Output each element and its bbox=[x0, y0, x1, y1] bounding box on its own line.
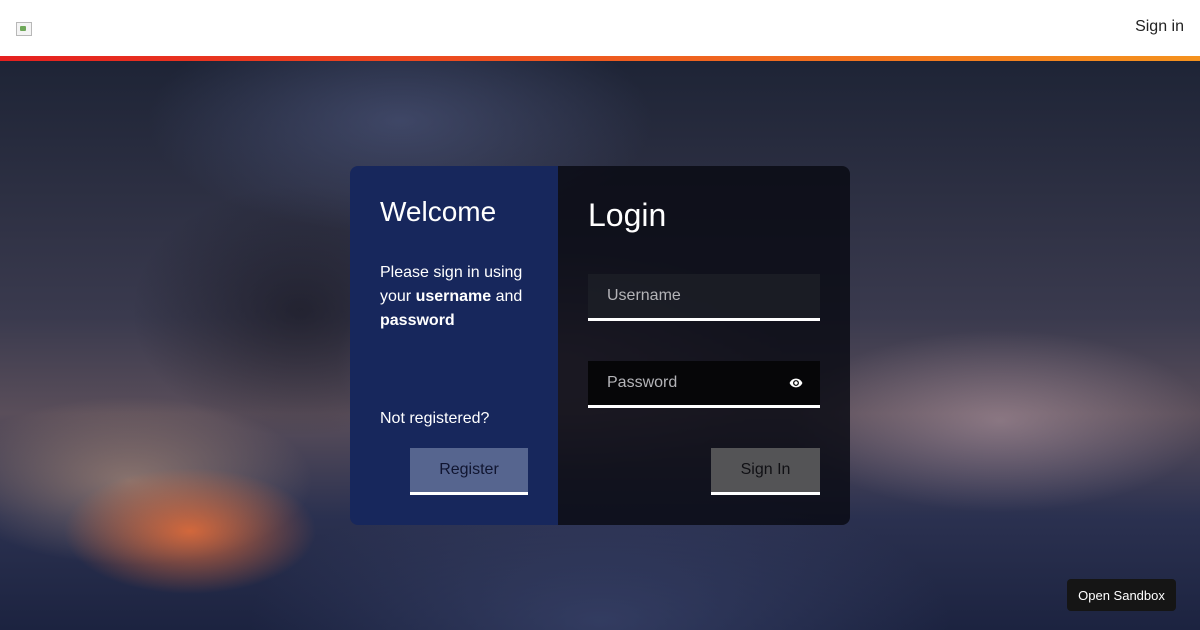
password-field-wrapper bbox=[588, 361, 820, 408]
header-signin-link[interactable]: Sign in bbox=[1135, 18, 1184, 36]
open-sandbox-button[interactable]: Open Sandbox bbox=[1067, 579, 1176, 611]
login-card: Welcome Please sign in using your userna… bbox=[350, 166, 850, 525]
welcome-panel: Welcome Please sign in using your userna… bbox=[350, 166, 558, 525]
password-input[interactable] bbox=[588, 361, 820, 405]
login-title: Login bbox=[588, 197, 667, 233]
not-registered-label: Not registered? bbox=[380, 410, 490, 427]
welcome-username-word: username bbox=[415, 288, 492, 305]
welcome-password-word: password bbox=[380, 312, 455, 329]
top-bar: Sign in bbox=[0, 0, 1200, 56]
eye-icon[interactable] bbox=[788, 376, 804, 390]
username-field-wrapper bbox=[588, 274, 820, 321]
register-button[interactable]: Register bbox=[410, 448, 528, 495]
login-panel: Login Sign In bbox=[558, 166, 850, 525]
signin-submit-button[interactable]: Sign In bbox=[711, 448, 820, 495]
welcome-text: Please sign in using your username and p… bbox=[380, 261, 540, 333]
welcome-text-and: and bbox=[491, 288, 523, 305]
welcome-title: Welcome bbox=[380, 196, 497, 227]
logo-icon[interactable] bbox=[16, 22, 32, 36]
username-input[interactable] bbox=[588, 274, 820, 318]
